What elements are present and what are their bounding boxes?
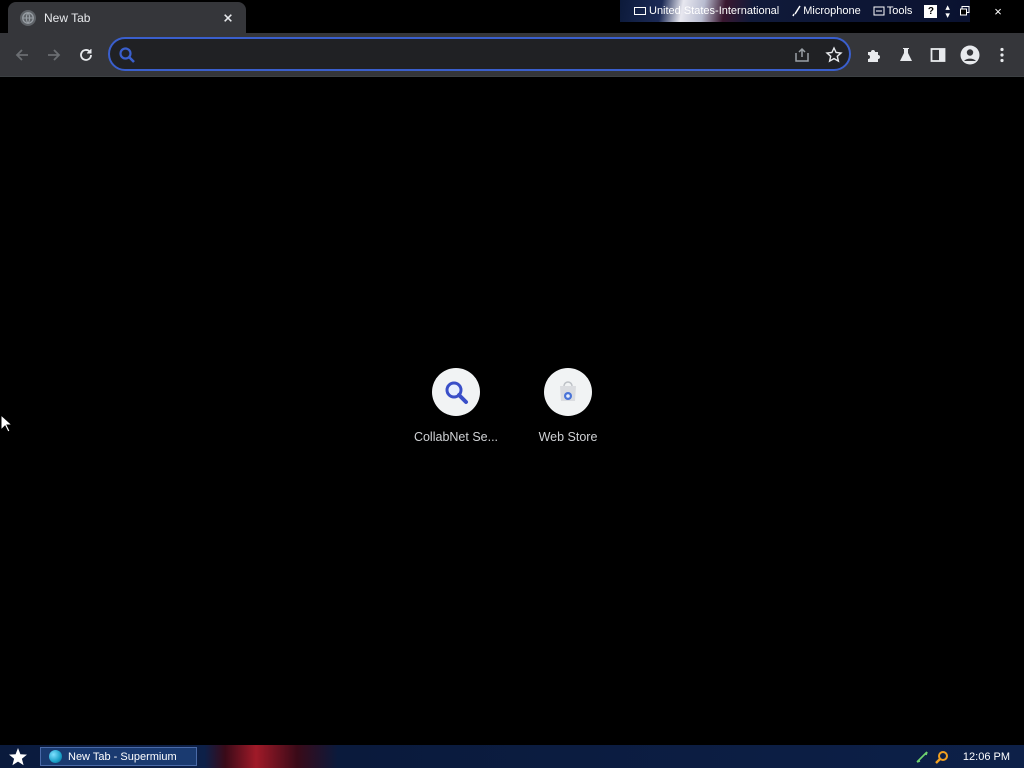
tab-title: New Tab [44, 10, 91, 25]
shortcut-label: CollabNet Se... [413, 430, 499, 444]
shortcut-tile-web-store[interactable]: Web Store [512, 368, 624, 458]
microphone-label: Microphone [803, 5, 861, 17]
search-icon[interactable] [935, 750, 949, 764]
search-icon [445, 381, 468, 404]
address-input[interactable] [142, 43, 766, 67]
options-chevron-icon[interactable]: ▴ ▾ [945, 3, 950, 20]
tab-new-tab[interactable]: New Tab [8, 2, 246, 33]
taskbar-window-button[interactable]: New Tab - Supermium [40, 747, 197, 766]
globe-icon [20, 9, 36, 26]
avatar-icon[interactable] [958, 43, 982, 67]
microphone-icon [792, 5, 801, 17]
web-store-icon [560, 381, 576, 401]
address-bar [108, 37, 851, 71]
start-button[interactable] [4, 746, 32, 767]
puzzle-icon[interactable] [862, 43, 886, 67]
window-close-button[interactable]: × [986, 0, 1010, 22]
microphone-button[interactable]: Microphone [791, 5, 861, 17]
system-tray: 12:06 PM [915, 745, 1024, 768]
flask-icon[interactable] [894, 43, 918, 67]
kebab-menu-icon[interactable] [990, 43, 1014, 67]
taskbar-window-label: New Tab - Supermium [68, 750, 177, 763]
star-icon [9, 747, 27, 765]
network-icon[interactable] [915, 750, 929, 764]
star-icon[interactable] [825, 46, 843, 64]
share-icon[interactable] [793, 46, 811, 64]
restore-icon[interactable] [958, 0, 972, 22]
back-arrow-icon[interactable] [10, 43, 34, 67]
tools-label: Tools [886, 5, 913, 17]
tools-button[interactable]: Tools [873, 5, 913, 17]
forward-arrow-icon[interactable] [42, 43, 66, 67]
language-selector[interactable]: United States-International [634, 5, 779, 17]
help-icon[interactable]: ? [924, 4, 938, 18]
shortcut-icon-circle [544, 368, 592, 416]
taskbar-clock: 12:06 PM [962, 750, 1010, 763]
taskbar: New Tab - Supermium 12:06 PM [0, 745, 1024, 768]
close-icon[interactable] [220, 10, 236, 26]
shortcut-label: Web Store [538, 430, 598, 444]
tools-icon [873, 6, 885, 16]
browser-toolbar [0, 33, 1024, 77]
language-bar: United States-International Microphone T… [620, 0, 970, 22]
new-tab-page: CollabNet Se... Web Store [0, 77, 1024, 745]
supermium-icon [49, 750, 62, 763]
mouse-pointer-icon [0, 414, 12, 433]
tab-strip: New Tab United States-International Micr… [0, 0, 1024, 33]
shortcut-tile-collabnet[interactable]: CollabNet Se... [400, 368, 512, 458]
search-icon [119, 47, 135, 63]
keyboard-icon [634, 7, 646, 15]
language-label: United States-International [649, 5, 780, 17]
reload-icon[interactable] [74, 43, 98, 67]
shortcut-icon-circle [432, 368, 480, 416]
side-panel-icon[interactable] [926, 43, 950, 67]
